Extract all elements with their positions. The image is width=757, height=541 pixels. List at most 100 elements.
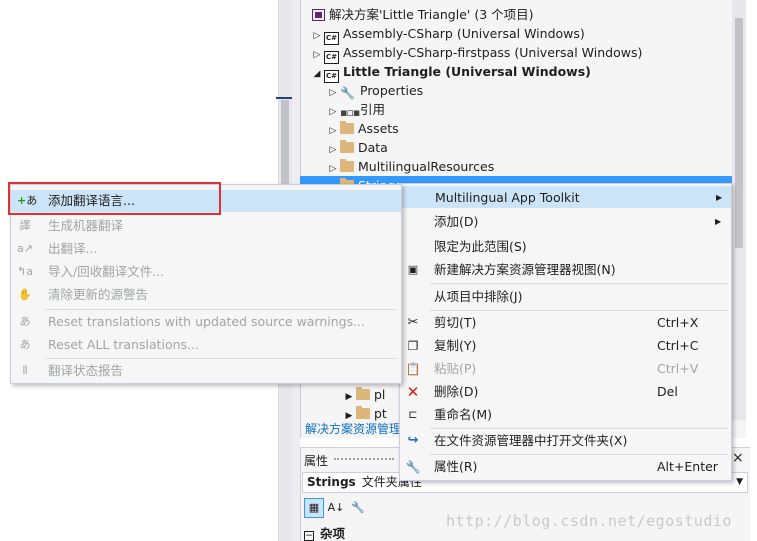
menu-item-label: 属性(R)	[434, 459, 478, 474]
submenu-arrow-icon: ▶	[715, 217, 722, 226]
folder-icon	[356, 387, 370, 400]
submenu-item-translation-status-report[interactable]: ⫴ 翻译状态报告	[11, 360, 401, 382]
menu-item-label: 粘贴(P)	[434, 361, 477, 376]
watermark: http://blog.csdn.net/egostudio	[446, 512, 732, 530]
menu-item-label: 在文件资源管理器中打开文件夹(X)	[434, 433, 628, 448]
tree-item-label: Data	[358, 140, 388, 155]
panel-grip[interactable]	[334, 458, 394, 461]
tree-item-properties[interactable]: ▷ 🔧 Properties	[326, 81, 424, 100]
tree-item-references[interactable]: ▷ ▪▫▪引用	[326, 100, 385, 119]
menu-item-new-solution-view[interactable]: ▣ 新建解决方案资源管理器视图(N)	[400, 259, 731, 281]
object-name: Strings	[307, 475, 356, 489]
reset-translations-icon: あ	[19, 315, 31, 328]
solution-icon	[312, 9, 325, 21]
tree-item-assembly-csharp-firstpass[interactable]: ▷ C# Assembly-CSharp-firstpass (Universal …	[310, 43, 643, 64]
submenu-item-label: 生成机器翻译	[48, 218, 124, 233]
menu-item-copy[interactable]: ❐ 复制(Y) Ctrl+C	[400, 335, 731, 357]
chevron-down-icon[interactable]: ▼	[736, 473, 743, 492]
menu-item-label: 复制(Y)	[434, 338, 477, 353]
export-translation-icon: a↗	[17, 242, 33, 255]
menu-item-properties[interactable]: 🔧 属性(R) Alt+Enter	[400, 456, 731, 478]
report-icon: ⫴	[22, 364, 28, 377]
menu-item-rename[interactable]: ⊏ 重命名(M)	[400, 404, 731, 426]
editor-caret-marker	[276, 97, 292, 99]
submenu-item-label: 翻译状态报告	[48, 363, 124, 378]
references-icon: ▪▫▪	[340, 106, 360, 119]
shortcut-label: Del	[657, 384, 678, 399]
open-folder-arrow-icon: ↪	[407, 433, 419, 448]
menu-item-label: 从项目中排除(J)	[434, 289, 523, 304]
tree-item-pl[interactable]: ▶ pl	[342, 385, 385, 404]
paste-icon: 📋	[405, 362, 421, 376]
tree-item-data[interactable]: ▷ Data	[326, 138, 388, 157]
shortcut-label: Ctrl+X	[657, 315, 699, 330]
tree-item-label: 解决方案'Little Triangle' (3 个项目)	[329, 7, 534, 22]
submenu-item-export-translation[interactable]: a↗ 出翻译...	[11, 238, 401, 260]
folder-icon	[340, 140, 354, 153]
menu-item-label: 剪切(T)	[434, 315, 477, 330]
submenu-item-clear-source-warnings[interactable]: ✋ 清除更新的源警告	[11, 284, 401, 306]
shortcut-label: Ctrl+C	[657, 338, 699, 353]
context-menu: Multilingual App Toolkit ▶ 添加(D) ▶ 限定为此范…	[399, 183, 732, 481]
categorized-view-icon[interactable]: ▦	[304, 498, 324, 518]
alphabetical-sort-icon[interactable]: A↓	[326, 499, 346, 519]
solution-explorer-scrollbar-thumb[interactable]	[735, 18, 743, 248]
tree-item-solution[interactable]: 解决方案'Little Triangle' (3 个项目)	[312, 5, 534, 24]
submenu-item-generate-machine-translations[interactable]: 譯 生成机器翻译	[11, 215, 401, 237]
wrench-icon: 🔧	[405, 460, 421, 474]
menu-item-label: 重命名(M)	[434, 407, 493, 422]
property-category-misc[interactable]: − 杂项	[304, 523, 345, 541]
shortcut-label: Alt+Enter	[657, 459, 718, 474]
menu-item-label: 限定为此范围(S)	[434, 239, 527, 254]
tree-item-label: pl	[374, 387, 386, 402]
menu-item-scope-to-this[interactable]: 限定为此范围(S)	[400, 236, 731, 258]
clear-warnings-icon: ✋	[18, 288, 32, 301]
submenu-item-label: Reset ALL translations...	[48, 337, 199, 352]
tree-item-multilingual-resources[interactable]: ▷ MultilingualResources	[326, 157, 494, 176]
solution-explorer-tab[interactable]: 解决方案资源管理	[305, 420, 401, 437]
submenu-item-label: 出翻译...	[48, 241, 98, 256]
collapse-arrow-icon[interactable]: ◢	[310, 65, 324, 84]
menu-item-add[interactable]: 添加(D) ▶	[400, 211, 731, 233]
menu-item-label: 添加(D)	[434, 214, 479, 229]
submenu-item-reset-translations-warnings[interactable]: あ Reset translations with updated source…	[11, 311, 401, 333]
tree-item-label: pt	[374, 406, 387, 421]
folder-icon	[356, 406, 370, 419]
menu-item-multilingual-app-toolkit[interactable]: Multilingual App Toolkit ▶	[400, 186, 731, 208]
submenu-item-label: 清除更新的源警告	[48, 287, 149, 302]
tree-item-label: Assembly-CSharp (Universal Windows)	[343, 26, 585, 41]
submenu-arrow-icon: ▶	[716, 193, 723, 202]
category-label: 杂项	[320, 526, 346, 541]
new-view-icon: ▣	[407, 263, 419, 276]
submenu-item-reset-all-translations[interactable]: あ Reset ALL translations...	[11, 334, 401, 356]
close-icon[interactable]: ×	[732, 450, 744, 466]
properties-title: 属性	[304, 454, 329, 468]
tree-item-label: Properties	[360, 83, 424, 98]
submenu-item-label: 导入/回收翻译文件...	[48, 264, 165, 279]
property-pages-icon[interactable]: 🔧	[348, 499, 368, 519]
highlight-box	[8, 182, 221, 215]
tree-item-little-triangle[interactable]: ◢ C# Little Triangle (Universal Windows)	[310, 62, 591, 84]
menu-item-exclude-from-project[interactable]: 从项目中排除(J)	[400, 286, 731, 308]
collapse-box-icon[interactable]: −	[304, 531, 314, 541]
menu-item-open-in-file-explorer[interactable]: ↪ 在文件资源管理器中打开文件夹(X)	[400, 430, 731, 452]
tree-item-assembly-csharp[interactable]: ▷ C# Assembly-CSharp (Universal Windows)	[310, 24, 585, 45]
rename-icon: ⊏	[408, 408, 418, 421]
delete-icon: ✕	[406, 383, 420, 401]
tree-item-label: Assembly-CSharp-firstpass (Universal Win…	[343, 45, 643, 60]
tree-item-assets[interactable]: ▷ Assets	[326, 119, 399, 138]
menu-item-label: 新建解决方案资源管理器视图(N)	[434, 262, 616, 277]
shortcut-label: Ctrl+V	[657, 361, 699, 376]
wrench-icon: 🔧	[340, 86, 355, 100]
menu-item-label: 删除(D)	[434, 384, 479, 399]
tree-item-label: Assets	[358, 121, 399, 136]
menu-item-delete[interactable]: ✕ 删除(D) Del	[400, 381, 731, 403]
menu-item-cut[interactable]: ✂ 剪切(T) Ctrl+X	[400, 312, 731, 334]
tree-item-label: 引用	[360, 102, 386, 117]
submenu-item-import-recycle[interactable]: ↰a 导入/回收翻译文件...	[11, 261, 401, 283]
tree-item-label: MultilingualResources	[358, 159, 495, 174]
submenu-item-label: Reset translations with updated source w…	[48, 314, 366, 329]
menu-item-paste[interactable]: 📋 粘贴(P) Ctrl+V	[400, 358, 731, 380]
folder-icon	[340, 159, 354, 172]
menu-item-label: Multilingual App Toolkit	[435, 190, 580, 205]
